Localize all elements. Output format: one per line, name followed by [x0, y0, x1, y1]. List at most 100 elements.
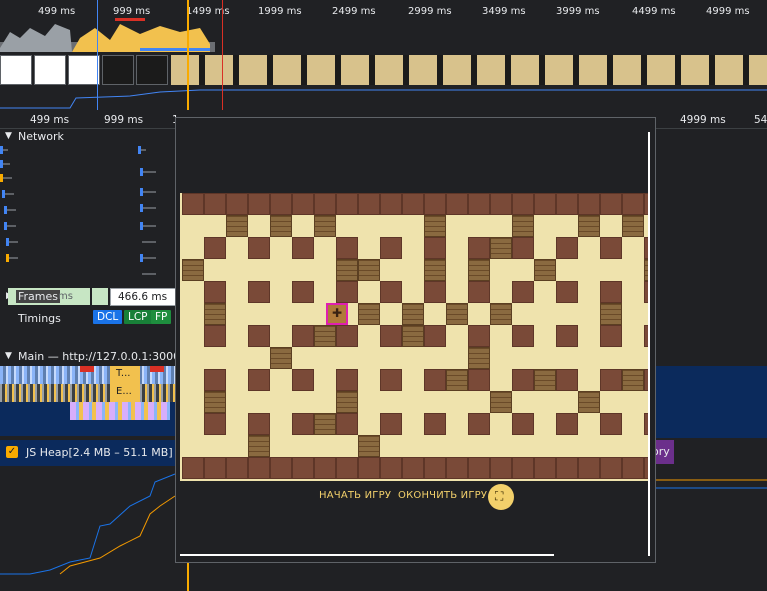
frame-duration-value: 466.6 ms	[118, 291, 168, 303]
frames-label: Frames	[16, 290, 61, 303]
crate-tile	[534, 259, 556, 281]
wall-tile	[402, 457, 424, 479]
wall-tile	[336, 413, 358, 435]
wall-tile	[468, 369, 490, 391]
timings-track[interactable]: Timings DCL LCP FP	[0, 308, 175, 330]
wall-tile	[336, 369, 358, 391]
frame-bar[interactable]	[92, 288, 108, 305]
overview-tick: 499 ms	[38, 6, 76, 17]
network-requests	[0, 146, 156, 275]
overview-panel[interactable]: 499 ms 999 ms 1499 ms 1999 ms 2499 ms 29…	[0, 0, 767, 591]
crate-tile	[468, 259, 490, 281]
wall-tile	[380, 413, 402, 435]
screenshot-thumb[interactable]	[0, 55, 32, 85]
wall-tile	[402, 193, 424, 215]
wall-tile	[534, 193, 556, 215]
main-expand-icon[interactable]: ▼	[5, 351, 12, 361]
wall-tile	[292, 369, 314, 391]
wall-tile	[600, 237, 622, 259]
wall-tile	[424, 237, 446, 259]
wall-tile	[512, 369, 534, 391]
screenshot-thumb[interactable]	[102, 55, 134, 85]
wall-tile	[468, 193, 490, 215]
cpu-activity-chart	[0, 18, 215, 52]
wall-tile	[468, 457, 490, 479]
wall-tile	[556, 325, 578, 347]
screenshot-thumb[interactable]	[34, 55, 66, 85]
wall-tile	[226, 457, 248, 479]
wall-tile	[468, 325, 490, 347]
wall-tile	[512, 325, 534, 347]
crate-tile	[182, 259, 204, 281]
screenshot-thumb[interactable]	[136, 55, 168, 85]
fullscreen-button[interactable]: ⛶	[488, 484, 514, 510]
task-label: T...	[116, 368, 131, 379]
wall-tile	[600, 413, 622, 435]
overview-tick: 2499 ms	[332, 6, 376, 17]
end-game-button[interactable]: ОКОНЧИТЬ ИГРУ	[398, 490, 487, 501]
task-label: E...	[116, 386, 132, 397]
wall-tile	[468, 413, 490, 435]
fp-badge[interactable]: FP	[151, 310, 172, 324]
screenshot-strip-game[interactable]	[171, 55, 767, 85]
start-game-button[interactable]: НАЧАТЬ ИГРУ	[319, 490, 391, 501]
wall-tile	[446, 193, 468, 215]
wall-tile	[204, 325, 226, 347]
overview-selection-left-marker[interactable]	[97, 0, 98, 110]
main-tick: 999 ms	[104, 114, 144, 126]
screenshot-popover[interactable]: ✚ НАЧАТЬ ИГРУ ОКОНЧИТЬ ИГРУ ⛶	[175, 117, 656, 563]
crate-tile	[578, 215, 600, 237]
wall-tile	[556, 193, 578, 215]
wall-tile	[248, 237, 270, 259]
js-heap-legend[interactable]: ✓ JS Heap[2.4 MB – 51.1 MB]	[0, 440, 175, 466]
overview-memory-line	[0, 89, 767, 109]
dcl-badge[interactable]: DCL	[93, 310, 123, 324]
crate-tile	[490, 237, 512, 259]
wall-tile	[512, 457, 534, 479]
crate-tile	[468, 347, 490, 369]
fullscreen-icon: ⛶	[495, 489, 504, 503]
lcp-badge[interactable]: LCP	[124, 310, 152, 324]
crate-tile	[600, 303, 622, 325]
wall-tile	[226, 193, 248, 215]
wall-tile	[556, 413, 578, 435]
crate-tile	[204, 391, 226, 413]
wall-tile	[204, 281, 226, 303]
crate-tile	[512, 215, 534, 237]
network-expand-icon[interactable]: ▼	[5, 131, 12, 141]
overview-tick: 3999 ms	[556, 6, 600, 17]
game-map[interactable]	[180, 193, 650, 481]
wall-tile	[424, 325, 446, 347]
wall-tile	[204, 193, 226, 215]
wall-tile	[468, 237, 490, 259]
wall-tile	[556, 369, 578, 391]
heap-checkbox[interactable]: ✓	[6, 446, 18, 458]
overview-tick: 999 ms	[113, 6, 151, 17]
wall-tile	[490, 457, 512, 479]
wall-tile	[248, 193, 270, 215]
wall-tile	[380, 281, 402, 303]
wall-tile	[292, 457, 314, 479]
crate-tile	[358, 259, 380, 281]
wall-tile	[512, 413, 534, 435]
popover-vertical-scrollbar[interactable]	[648, 132, 650, 556]
wall-tile	[578, 193, 600, 215]
crate-tile	[402, 303, 424, 325]
wall-tile	[424, 193, 446, 215]
wall-tile	[336, 193, 358, 215]
screenshot-thumb[interactable]	[68, 55, 100, 85]
wall-tile	[248, 369, 270, 391]
crate-tile	[424, 259, 446, 281]
crate-tile	[226, 215, 248, 237]
timings-label: Timings	[18, 312, 61, 325]
overview-tick: 3499 ms	[482, 6, 526, 17]
popover-horizontal-scrollbar[interactable]	[180, 554, 554, 556]
wall-tile	[600, 193, 622, 215]
wall-tile	[380, 457, 402, 479]
player-marker[interactable]: ✚	[326, 303, 348, 325]
wall-tile	[600, 325, 622, 347]
heap-label: JS Heap[2.4 MB – 51.1 MB]	[26, 446, 173, 459]
wall-tile	[600, 281, 622, 303]
wall-tile	[204, 413, 226, 435]
wall-tile	[270, 457, 292, 479]
